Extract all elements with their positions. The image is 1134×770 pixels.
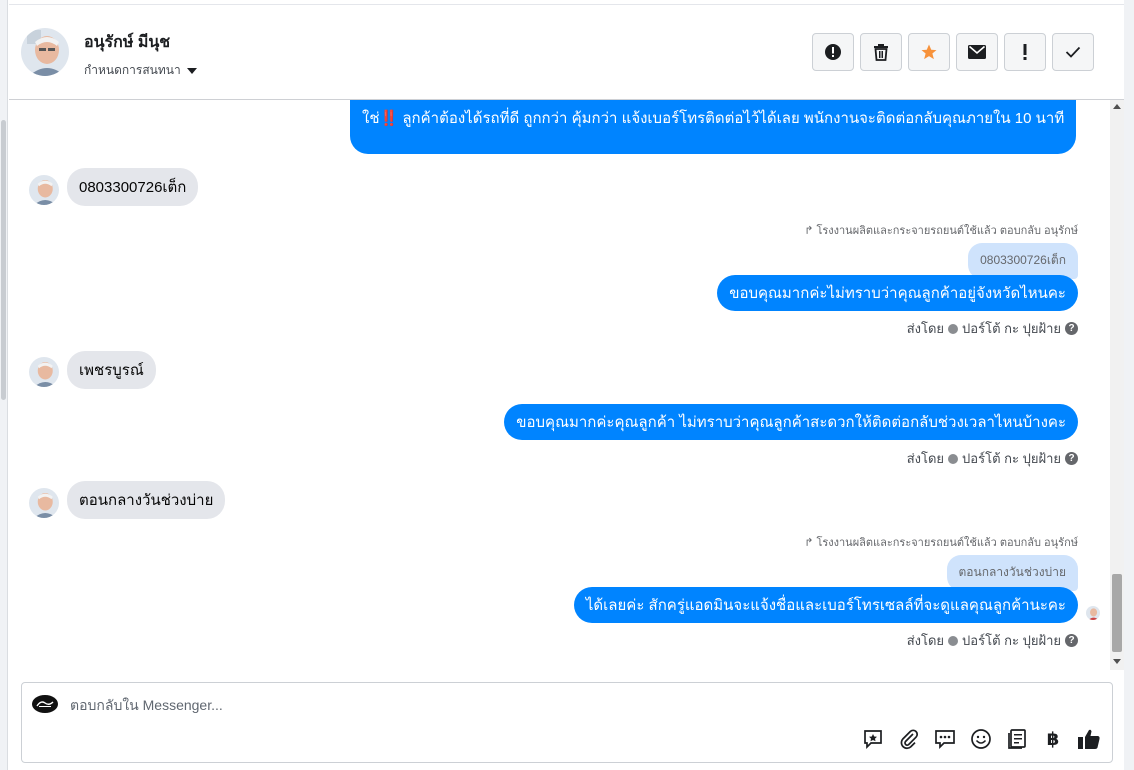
reply-meta-text: โรงงานผลิตและกระจายรถยนต์ใช้แล้ว ตอบกลับ… [816,225,1078,237]
like-icon [1078,729,1100,749]
contact-avatar[interactable] [21,28,69,76]
right-edge [1124,0,1134,770]
emoji-button[interactable] [968,726,994,752]
composer-tools: ฿ [860,726,1102,752]
chat-button[interactable] [932,726,958,752]
alert-circle-icon [825,44,841,60]
page-logo-icon [32,695,58,713]
contact-avatar-small [29,488,59,518]
check-icon [1065,46,1081,58]
reply-input[interactable] [70,697,770,713]
star-button[interactable] [908,33,950,71]
conversation-status-dropdown[interactable]: กำหนดการสนทนา [84,61,197,80]
quoted-message[interactable]: ตอนกลางวันช่วงบ่าย [946,555,1078,591]
message-text: ได้เลยค่ะ สักครู่แอดมินจะแจ้งชื่อและเบอร… [585,597,1066,614]
caret-down-icon [186,67,197,74]
outgoing-message[interactable]: ได้เลยค่ะ สักครู่แอดมินจะแจ้งชื่อและเบอร… [573,587,1078,623]
chat-bubbles-icon [935,730,955,750]
attachment-icon [900,729,919,750]
scroll-down-icon[interactable] [1113,659,1121,664]
outgoing-message[interactable]: ใช่‼️ ลูกค้าต้องได้รถที่ดี ถูกกว่า คุ้มก… [350,100,1077,154]
saved-reply-button[interactable] [860,726,886,752]
emoji-icon [971,729,991,749]
mark-done-button[interactable] [1052,33,1094,71]
document-icon [1008,729,1026,749]
trash-icon [874,44,888,61]
verified-icon [948,453,959,464]
incoming-message[interactable]: 0803300726เต็ก [67,168,199,206]
delete-button[interactable] [860,33,902,71]
sent-by: ส่งโดย ปอร์โต้ กะ ปุยฝ้าย ? [907,630,1078,651]
quoted-message[interactable]: 0803300726เต็ก [968,243,1078,279]
incoming-message[interactable]: เพชรบูรณ์ [67,351,156,389]
thread-scrollbar[interactable] [1110,100,1124,670]
message-text: 0803300726เต็ก [79,179,187,196]
document-button[interactable] [1004,726,1030,752]
sent-by-label: ส่งโดย [906,633,945,648]
follow-up-button[interactable] [1004,33,1046,71]
baht-icon: ฿ [1046,728,1060,749]
incoming-message[interactable]: ตอนกลางวันช่วงบ่าย [67,481,226,519]
exclamation-icon [1023,44,1027,60]
sender-name[interactable]: ปอร์โต้ กะ ปุยฝ้าย [962,630,1061,651]
sent-by-label: ส่งโดย [906,451,945,466]
reply-meta-text: โรงงานผลิตและกระจายรถยนต์ใช้แล้ว ตอบกลับ… [816,537,1078,549]
message-text: ขอบคุณมากค่ะไม่ทราบว่าคุณลูกค้าอยู่จังหว… [729,285,1066,302]
left-scrollbar[interactable] [0,0,8,770]
message-text: ขอบคุณมากค่ะคุณลูกค้า ไม่ทราบว่าคุณลูกค้… [516,414,1066,431]
star-icon [921,44,937,60]
report-spam-button[interactable] [812,33,854,71]
message-text: เพชรบูรณ์ [79,362,144,379]
left-scrollbar-thumb[interactable] [1,120,6,400]
contact-avatar-small [29,175,59,205]
quoted-text: 0803300726เต็ก [980,253,1066,267]
mark-unread-button[interactable] [956,33,998,71]
sent-by-label: ส่งโดย [906,321,945,336]
help-icon[interactable]: ? [1065,634,1078,647]
conversation-status-label: กำหนดการสนทนา [84,63,181,77]
help-icon[interactable]: ? [1065,322,1078,335]
sent-by: ส่งโดย ปอร์โต้ กะ ปุยฝ้าย ? [907,318,1078,339]
contact-name: อนุรักษ์ มีนุช [84,34,171,51]
attach-button[interactable] [896,726,922,752]
message-text: ตอนกลางวันช่วงบ่าย [79,492,214,509]
payment-button[interactable]: ฿ [1040,726,1066,752]
quoted-text: ตอนกลางวันช่วงบ่าย [958,565,1067,579]
reply-meta: ↱ โรงงานผลิตและกระจายรถยนต์ใช้แล้ว ตอบกล… [804,533,1078,551]
sent-by: ส่งโดย ปอร์โต้ กะ ปุยฝ้าย ? [907,448,1078,469]
reply-arrow-icon: ↱ [804,224,814,237]
thread-scrollbar-thumb[interactable] [1112,574,1122,652]
outgoing-message[interactable]: ขอบคุณมากค่ะคุณลูกค้า ไม่ทราบว่าคุณลูกค้… [504,404,1078,440]
contact-avatar-small [29,357,59,387]
verified-icon [948,635,959,646]
reply-meta: ↱ โรงงานผลิตและกระจายรถยนต์ใช้แล้ว ตอบกล… [804,221,1078,239]
message-thread[interactable]: ใช่‼️ ลูกค้าต้องได้รถที่ดี ถูกกว่า คุ้มก… [9,100,1110,670]
seen-avatar [1086,606,1100,620]
scroll-up-icon[interactable] [1113,104,1121,109]
verified-icon [948,323,959,334]
envelope-icon [968,45,986,59]
outgoing-message[interactable]: ขอบคุณมากค่ะไม่ทราบว่าคุณลูกค้าอยู่จังหว… [717,275,1078,311]
sender-name[interactable]: ปอร์โต้ กะ ปุยฝ้าย [962,448,1061,469]
like-button[interactable] [1076,726,1102,752]
saved-reply-icon [864,730,882,750]
conversation-header: อนุรักษ์ มีนุช กำหนดการสนทนา [9,4,1124,100]
message-composer: ฿ [21,682,1113,763]
message-text: ใช่‼️ ลูกค้าต้องได้รถที่ดี ถูกกว่า คุ้มก… [362,110,1065,127]
help-icon[interactable]: ? [1065,452,1078,465]
header-actions [812,33,1094,71]
reply-arrow-icon: ↱ [804,536,814,549]
sender-name[interactable]: ปอร์โต้ กะ ปุยฝ้าย [962,318,1061,339]
messenger-inbox: อนุรักษ์ มีนุช กำหนดการสนทนา ใช่‼️ ลูกค้… [0,0,1134,770]
